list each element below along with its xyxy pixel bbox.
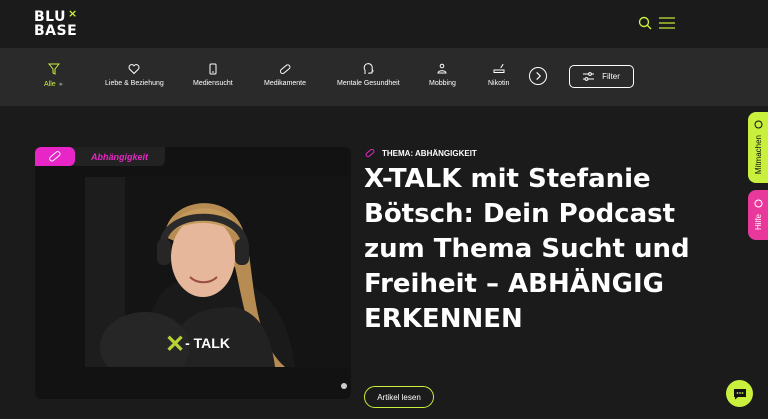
category-liebe-beziehung[interactable]: Liebe & Beziehung bbox=[105, 63, 164, 87]
hilfe-side-tab[interactable]: Hilfe bbox=[748, 190, 768, 240]
pill-icon bbox=[365, 148, 375, 158]
article-tag-label[interactable]: Abhängigkeit bbox=[91, 152, 148, 162]
filter-button[interactable]: Filter bbox=[569, 65, 634, 88]
xtalk-x-mark: ✕ bbox=[165, 331, 186, 358]
category-label: Mentale Gesundheit bbox=[337, 80, 400, 87]
tag-bar: Abhängigkeit bbox=[35, 147, 165, 166]
category-label: Medikamente bbox=[264, 80, 307, 87]
filter-label: Filter bbox=[602, 72, 620, 81]
sliders-icon bbox=[583, 71, 595, 81]
category-mentale-gesundheit[interactable]: Mentale Gesundheit bbox=[337, 63, 400, 87]
chat-bubble-icon bbox=[733, 388, 746, 399]
tag-pink-marker bbox=[35, 147, 75, 166]
article-theme: THEMA: ABHÄNGIGKEIT bbox=[365, 148, 477, 158]
article-title[interactable]: X-TALK mit Stefanie Bötsch: Dein Podcast… bbox=[364, 162, 694, 337]
article-image-card[interactable]: Abhängigkeit ✕- TALK bbox=[35, 147, 351, 399]
phone-icon bbox=[209, 63, 217, 75]
logo-x-mark: × bbox=[68, 7, 78, 20]
category-label: Mobbing bbox=[429, 80, 456, 87]
category-label: Alle bbox=[44, 81, 56, 88]
mobbing-icon bbox=[437, 63, 447, 74]
filter-icon bbox=[47, 63, 60, 75]
blubase-logo[interactable]: BLU BASE × bbox=[34, 7, 78, 39]
xtalk-text: - TALK bbox=[185, 335, 230, 351]
hand-icon bbox=[754, 120, 762, 129]
category-nikotin[interactable]: Nikotin bbox=[488, 63, 509, 87]
search-icon[interactable] bbox=[638, 16, 652, 30]
hilfe-label: Hilfe bbox=[753, 214, 763, 231]
heart-icon bbox=[128, 64, 140, 75]
pill-icon bbox=[279, 64, 291, 75]
corner-indicator bbox=[341, 383, 347, 389]
next-categories-button[interactable] bbox=[529, 67, 547, 85]
category-medikamente[interactable]: Medikamente bbox=[264, 63, 306, 87]
chat-button[interactable] bbox=[726, 380, 753, 407]
category-label: Liebe & Beziehung bbox=[105, 80, 164, 87]
help-icon bbox=[754, 199, 762, 208]
site-header: BLU BASE × bbox=[0, 0, 768, 48]
pill-icon bbox=[49, 151, 61, 162]
chevron-right-icon bbox=[536, 72, 542, 80]
xtalk-logo: ✕- TALK bbox=[165, 330, 230, 359]
cigarette-icon bbox=[493, 63, 505, 73]
category-label: Nikotin bbox=[488, 80, 510, 87]
head-icon bbox=[364, 63, 375, 74]
hamburger-menu-icon[interactable] bbox=[659, 17, 675, 29]
read-article-button[interactable]: Artikel lesen bbox=[364, 386, 434, 408]
category-alle[interactable]: Alle ▸ bbox=[44, 63, 63, 88]
mitmachen-label: Mitmachen bbox=[753, 135, 763, 175]
category-label: Mediensucht bbox=[193, 80, 233, 87]
category-mediensucht[interactable]: Mediensucht bbox=[193, 63, 233, 87]
category-mobbing[interactable]: Mobbing bbox=[429, 63, 456, 87]
article-theme-label: THEMA: ABHÄNGIGKEIT bbox=[382, 148, 477, 158]
logo-line-2: BASE bbox=[34, 23, 78, 39]
mitmachen-side-tab[interactable]: Mitmachen bbox=[748, 112, 768, 183]
